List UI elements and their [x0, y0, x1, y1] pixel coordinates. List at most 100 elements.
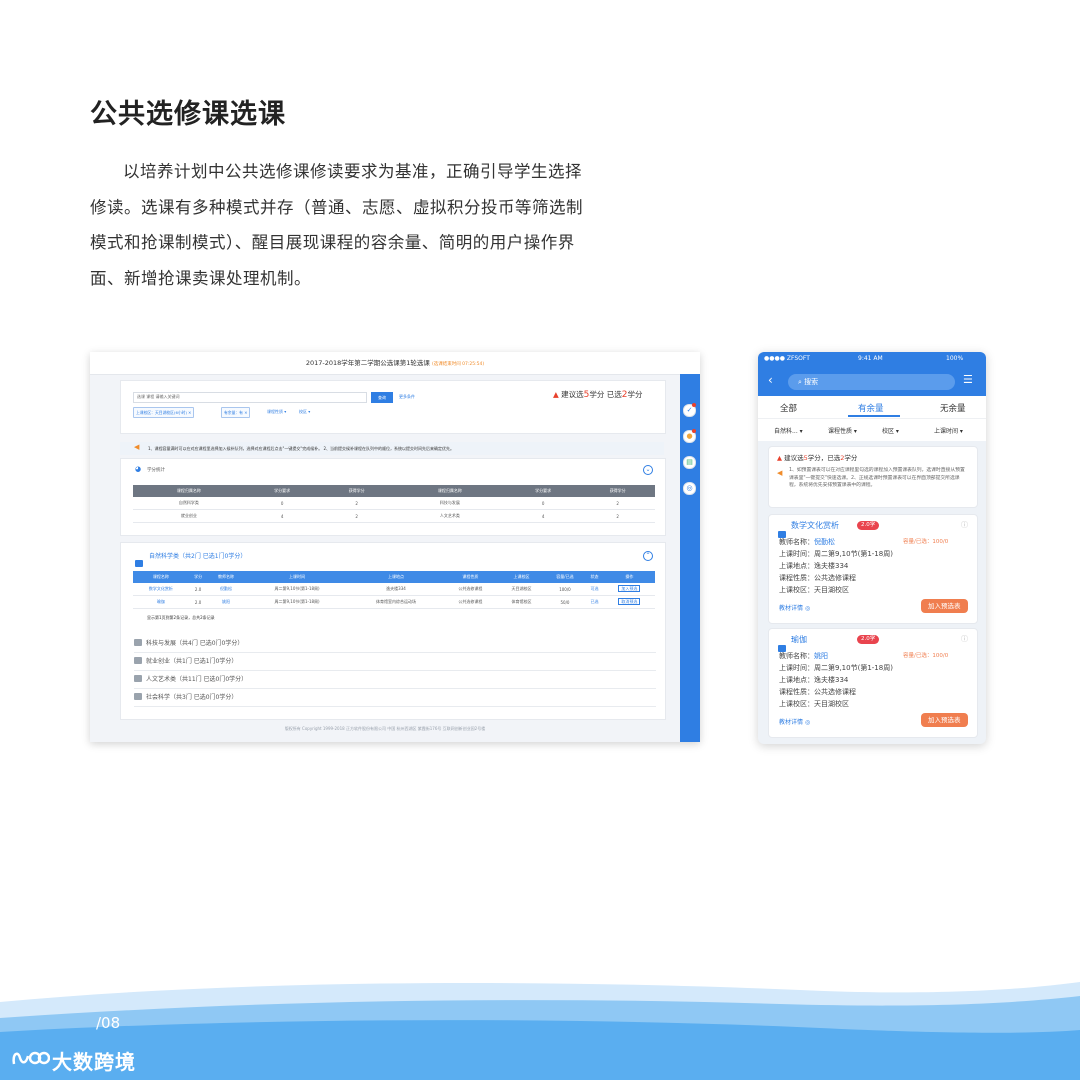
book-icon — [134, 639, 142, 646]
filter-nature[interactable]: 课程性质 ▾ — [828, 426, 857, 435]
action-button[interactable]: 取消预选 — [618, 598, 641, 605]
col-header: 学分要求 — [505, 485, 581, 497]
settings-icon[interactable]: ◎ — [683, 482, 696, 495]
teacher-row: 教师名称：倪勤松 — [779, 537, 835, 547]
col-header: 学分要求 — [244, 485, 320, 497]
capacity-text: 容量/已选：100/0 — [903, 653, 949, 659]
textbook-detail-link[interactable]: 教材详情 ◎ — [779, 717, 810, 726]
filter-time-label: 上课时间 — [934, 428, 959, 435]
filter-chip-capacity[interactable]: 有余量：有 ✕ — [221, 407, 251, 418]
book-icon — [134, 693, 142, 700]
add-to-preselect-button[interactable]: 加入预选表 — [921, 713, 968, 727]
speaker-icon: ◀ — [777, 469, 783, 477]
credit-suffix: 学分 — [627, 390, 643, 399]
col-header: 课程归属名称 — [133, 485, 245, 497]
course-table: 课程名称 学分 教师名称 上课时间 上课地点 课程性质 上课校区 容量/已选 状… — [133, 571, 655, 609]
table-cell: 2 — [319, 509, 394, 523]
time-row: 上课时间：周二第9,10节(第1-18周) — [779, 664, 893, 672]
list-icon[interactable]: ▤ — [683, 456, 696, 469]
status-text: 可选 — [585, 583, 604, 596]
course-card[interactable]: 瑜伽 2.0学 ⓘ 教师名称：姚阳 容量/已选：100/0 上课时间：周二第9,… — [768, 628, 978, 738]
category-row[interactable]: 社会科学（共3门 已选0门0学分） — [134, 690, 656, 707]
chevron-up-icon[interactable]: ⌃ — [643, 551, 653, 561]
search-button[interactable]: 查询 — [371, 392, 393, 403]
book-icon — [134, 675, 142, 682]
tab-all[interactable]: 全部 — [780, 402, 797, 414]
filter-chip-capacity-label: 有余量：有 — [224, 410, 243, 415]
filter-link-nature[interactable]: 课程性质 ▾ — [267, 409, 286, 415]
desktop-header: 2017-2018学年第二学期公选课第1轮选课 (选课结束时间 07:25:54… — [90, 352, 700, 375]
teacher-link[interactable]: 倪勤松 — [814, 538, 835, 546]
brand-name: 大数跨境 — [52, 1050, 136, 1074]
action-button[interactable]: 加入预选 — [618, 585, 641, 592]
col-header: 课程归属名称 — [393, 485, 506, 497]
speaker-icon: ◀ — [134, 443, 140, 451]
filter-link-campus[interactable]: 校区 ▾ — [299, 409, 310, 415]
col-header: 容量/已选 — [544, 571, 586, 583]
filter-link-nature-label: 课程性质 — [267, 409, 283, 414]
teacher-link[interactable]: 倪勤松 — [207, 583, 245, 596]
category-row[interactable]: 人文艺术类（共11门 已选0门0学分） — [134, 672, 656, 689]
mobile-notice-text: 1、如预置课表可以在对应课程里勾选的课程加入预置课表队列，选课时直接从预置课表里… — [789, 468, 965, 488]
filter-category[interactable]: 自然科... ▾ — [774, 426, 803, 435]
teacher-label: 教师名称： — [779, 652, 814, 660]
filter-nature-label: 课程性质 — [828, 428, 853, 435]
back-icon[interactable]: ‹ — [768, 373, 773, 387]
course-name-link[interactable]: 数学文化赏析 — [133, 583, 189, 596]
table-cell: 就业创业 — [133, 509, 245, 523]
table-row[interactable]: 瑜伽 2.0 姚阳 周二第9,10节(第1-18周) 体育馆室内综合运动场 公共… — [133, 595, 655, 609]
category-label: 就业创业（共1门 已选1门0学分） — [146, 658, 238, 665]
desktop-screenshot: 2017-2018学年第二学期公选课第1轮选课 (选课结束时间 07:25:54… — [90, 352, 700, 742]
filter-chip-campus[interactable]: 上课校区：天目湖校区(6小时) ✕ — [133, 407, 195, 418]
col-header: 获得学分 — [580, 485, 655, 497]
nature-row: 课程性质：公共选修课程 — [779, 688, 856, 696]
textbook-detail-link[interactable]: 教材详情 ◎ — [779, 603, 810, 612]
table-cell: 2 — [580, 509, 655, 523]
info-icon[interactable]: ⓘ — [961, 520, 968, 530]
footer-wave — [0, 982, 1080, 1080]
category-row[interactable]: 就业创业（共1门 已选1门0学分） — [134, 654, 656, 671]
close-icon[interactable]: ✕ — [188, 410, 191, 415]
mobile-filters: 自然科... ▾ 课程性质 ▾ 校区 ▾ 上课时间 ▾ — [758, 418, 986, 441]
teacher-link[interactable]: 姚阳 — [207, 595, 245, 609]
table-cell: 2 — [319, 497, 394, 510]
course-name: 瑜伽 — [791, 635, 807, 644]
table-row: 自然科学类 0 2 科技与发展 0 2 — [133, 497, 655, 510]
close-icon[interactable]: ✕ — [244, 410, 247, 415]
place-row: 上课地点：逸夫楼334 — [779, 676, 849, 684]
add-to-preselect-button[interactable]: 加入预选表 — [921, 599, 968, 613]
course-card[interactable]: 数学文化赏析 2.0学 ⓘ 教师名称：倪勤松 容量/已选：100/0 上课时间：… — [768, 514, 978, 624]
filter-campus[interactable]: 校区 ▾ — [882, 426, 899, 435]
mobile-search-input[interactable]: ⌕ 搜索 — [788, 374, 955, 390]
credit-suffix: 学分 — [844, 454, 858, 462]
category-row[interactable]: 科技与发展（共4门 已选0门0学分） — [134, 636, 656, 653]
menu-icon[interactable]: ☰ — [963, 373, 973, 386]
table-row[interactable]: 数学文化赏析 2.0 倪勤松 周二第9,10节(第1-18周) 逸夫楼334 公… — [133, 583, 655, 596]
status-text: 已选 — [585, 595, 604, 609]
tab-full[interactable]: 无余量 — [940, 402, 966, 414]
col-header: 学分 — [188, 571, 208, 583]
course-name: 数学文化赏析 — [791, 521, 839, 530]
table-cell: 天目湖校区 — [498, 583, 545, 596]
filter-chip-campus-label: 上课校区：天目湖校区(6小时) — [136, 410, 187, 415]
detail-label: 教材详情 — [779, 719, 804, 726]
search-icon: ⌕ — [798, 378, 802, 386]
notification-dot — [692, 429, 696, 433]
teacher-link[interactable]: 姚阳 — [814, 652, 828, 660]
table-cell: 体育馆校区 — [498, 595, 545, 609]
more-conditions-link[interactable]: 更多条件 — [399, 394, 415, 400]
table-cell: 0 — [505, 497, 581, 510]
mobile-tabs: 全部 有余量 无余量 — [758, 396, 986, 418]
tab-available[interactable]: 有余量 — [858, 402, 884, 414]
carrier-label: ●●●● ZFSOFT — [764, 355, 810, 362]
table-cell: 50/0 — [544, 595, 586, 609]
search-input[interactable]: 选课 课程 请输入关键词 — [133, 392, 367, 403]
col-header: 上课校区 — [498, 571, 545, 583]
chevron-down-icon[interactable]: ⌄ — [643, 465, 653, 475]
status-bar: ●●●● ZFSOFT 9:41 AM 100% — [758, 352, 986, 366]
info-icon[interactable]: ⓘ — [961, 634, 968, 644]
course-name-link[interactable]: 瑜伽 — [133, 595, 189, 609]
credit-stats-panel: ◕ 学分统计 ⌄ 课程归属名称 学分要求 获得学分 课程归属名称 学分要求 获得… — [120, 458, 666, 536]
credit-suggest-prefix: 建议选 — [561, 390, 584, 399]
filter-time[interactable]: 上课时间 ▾ — [934, 426, 963, 435]
